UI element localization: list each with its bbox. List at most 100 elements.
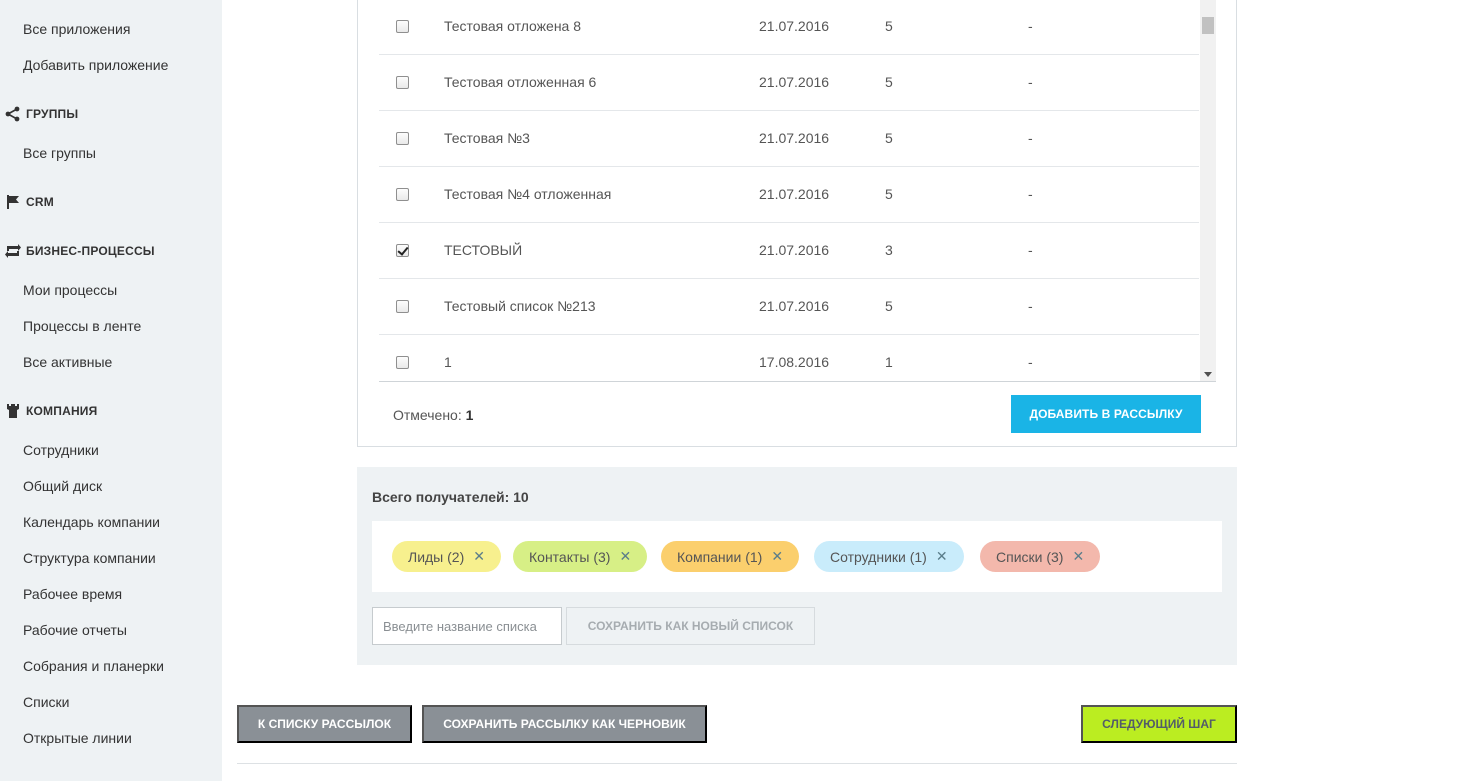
tag-leads[interactable]: Лиды (2) ✕: [392, 541, 501, 572]
add-to-mailing-button[interactable]: ДОБАВИТЬ В РАССЫЛКУ: [1011, 395, 1201, 433]
sidebar-item-employees[interactable]: Сотрудники: [23, 442, 99, 458]
tag-label: Контакты (3): [529, 548, 611, 565]
recipients-block: Всего получателей: 10 Лиды (2) ✕ Контакт…: [357, 467, 1237, 665]
sidebar-item-company-calendar[interactable]: Календарь компании: [23, 514, 160, 530]
row-count: 1: [885, 354, 893, 370]
row-name: Тестовая отложена 8: [444, 18, 582, 34]
tag-companies[interactable]: Компании (1) ✕: [661, 541, 800, 572]
tag-label: Сотрудники (1): [830, 548, 927, 565]
recipients-tags: Лиды (2) ✕ Контакты (3) ✕ Компании (1) ✕…: [372, 521, 1222, 592]
row-extra: -: [1028, 130, 1033, 146]
row-extra: -: [1028, 186, 1033, 202]
row-date: 21.07.2016: [759, 186, 830, 202]
row-checkbox[interactable]: [396, 132, 409, 145]
row-checkbox[interactable]: [396, 76, 409, 89]
table-scrollbar[interactable]: [1200, 0, 1216, 382]
row-count: 5: [885, 186, 893, 202]
row-name: Тестовая №4 отложенная: [444, 186, 612, 202]
row-extra: -: [1028, 74, 1033, 90]
table-row[interactable]: Тестовая отложена 8 21.07.2016 5 -: [379, 0, 1199, 55]
row-count: 5: [885, 18, 893, 34]
back-to-mailings-button[interactable]: К СПИСКУ РАССЫЛОК: [237, 705, 412, 743]
sidebar-item-company-structure[interactable]: Структура компании: [23, 550, 156, 566]
sidebar-section-title: БИЗНЕС-ПРОЦЕССЫ: [26, 244, 155, 258]
scroll-down-arrow-icon[interactable]: [1204, 372, 1212, 377]
marked-label: Отмечено:: [393, 407, 462, 423]
scrollbar-thumb[interactable]: [1202, 17, 1214, 34]
next-step-button[interactable]: СЛЕДУЮЩИЙ ШАГ: [1081, 705, 1237, 743]
remove-tag-icon[interactable]: ✕: [619, 548, 631, 565]
recipients-total: Всего получателей: 10: [372, 489, 529, 505]
row-date: 21.07.2016: [759, 74, 830, 90]
row-extra: -: [1028, 354, 1033, 370]
row-name: 1: [444, 354, 452, 370]
sidebar-item-all-active[interactable]: Все активные: [23, 354, 112, 370]
sidebar-item-open-lines[interactable]: Открытые линии: [23, 730, 132, 746]
list-name-input[interactable]: [372, 607, 562, 645]
sidebar-item-work-time[interactable]: Рабочее время: [23, 586, 122, 602]
row-checkbox[interactable]: [396, 300, 409, 313]
row-date: 17.08.2016: [759, 354, 830, 370]
lists-panel: Тестовая отложена 8 21.07.2016 5 - Тесто…: [357, 0, 1237, 447]
sidebar-item-lists[interactable]: Списки: [23, 694, 69, 710]
row-date: 21.07.2016: [759, 242, 830, 258]
sidebar-section-company[interactable]: КОМПАНИЯ: [0, 403, 97, 419]
tag-employees[interactable]: Сотрудники (1) ✕: [814, 541, 964, 572]
sidebar-section-crm[interactable]: CRM: [0, 194, 54, 210]
row-count: 3: [885, 242, 893, 258]
tag-contacts[interactable]: Контакты (3) ✕: [513, 541, 648, 572]
sidebar-item-my-processes[interactable]: Мои процессы: [23, 282, 117, 298]
sidebar-item-all-apps[interactable]: Все приложения: [23, 21, 130, 37]
row-count: 5: [885, 130, 893, 146]
row-name: Тестовая отложенная 6: [444, 74, 597, 90]
marked-counter: Отмечено: 1: [393, 407, 473, 423]
tower-icon: [0, 403, 26, 419]
row-date: 21.07.2016: [759, 18, 830, 34]
sidebar-item-processes-feed[interactable]: Процессы в ленте: [23, 318, 141, 334]
table-row[interactable]: 1 17.08.2016 1 -: [379, 335, 1199, 382]
row-checkbox[interactable]: [396, 356, 409, 369]
row-date: 21.07.2016: [759, 130, 830, 146]
sidebar-section-title: CRM: [26, 195, 54, 209]
sidebar-item-all-groups[interactable]: Все группы: [23, 145, 96, 161]
left-sidebar: Все приложения Добавить приложение ГРУПП…: [0, 0, 222, 781]
sidebar-section-bp[interactable]: БИЗНЕС-ПРОЦЕССЫ: [0, 243, 155, 259]
row-name: ТЕСТОВЫЙ: [444, 242, 523, 258]
tag-label: Лиды (2): [408, 548, 465, 565]
sidebar-section-title: ГРУППЫ: [26, 107, 79, 121]
table-row[interactable]: Тестовая №4 отложенная 21.07.2016 5 -: [379, 167, 1199, 223]
flag-icon: [0, 194, 26, 210]
table-row[interactable]: Тестовая отложенная 6 21.07.2016 5 -: [379, 55, 1199, 111]
table-row[interactable]: Тестовая №3 21.07.2016 5 -: [379, 111, 1199, 167]
tag-label: Списки (3): [996, 548, 1064, 565]
table-row[interactable]: ТЕСТОВЫЙ 21.07.2016 3 -: [379, 223, 1199, 279]
tag-lists[interactable]: Списки (3) ✕: [980, 541, 1101, 572]
sidebar-item-add-app[interactable]: Добавить приложение: [23, 57, 168, 73]
tag-label: Компании (1): [677, 548, 763, 565]
sidebar-section-title: КОМПАНИЯ: [26, 404, 98, 418]
sidebar-section-groups[interactable]: ГРУППЫ: [0, 106, 78, 122]
save-draft-button[interactable]: СОХРАНИТЬ РАССЫЛКУ КАК ЧЕРНОВИК: [422, 705, 707, 743]
row-count: 5: [885, 74, 893, 90]
lists-table: Тестовая отложена 8 21.07.2016 5 - Тесто…: [379, 0, 1199, 382]
row-checkbox-checked[interactable]: [396, 244, 409, 257]
remove-tag-icon[interactable]: ✕: [771, 548, 783, 565]
remove-tag-icon[interactable]: ✕: [1072, 548, 1084, 565]
row-checkbox[interactable]: [396, 188, 409, 201]
marked-count: 1: [465, 407, 474, 423]
sidebar-item-work-reports[interactable]: Рабочие отчеты: [23, 622, 127, 638]
remove-tag-icon[interactable]: ✕: [936, 548, 948, 565]
sidebar-item-shared-disk[interactable]: Общий диск: [23, 478, 102, 494]
row-extra: -: [1028, 298, 1033, 314]
save-as-new-list-button[interactable]: СОХРАНИТЬ КАК НОВЫЙ СПИСОК: [566, 607, 815, 645]
row-count: 5: [885, 298, 893, 314]
share-icon: [0, 106, 26, 122]
row-extra: -: [1028, 18, 1033, 34]
row-checkbox[interactable]: [396, 20, 409, 33]
remove-tag-icon[interactable]: ✕: [473, 548, 485, 565]
sidebar-item-meetings[interactable]: Собрания и планерки: [23, 658, 164, 674]
table-row[interactable]: Тестовый список №213 21.07.2016 5 -: [379, 279, 1199, 335]
row-name: Тестовая №3: [444, 130, 530, 146]
process-icon: [0, 243, 26, 259]
table-bottom-border: [379, 381, 1216, 382]
